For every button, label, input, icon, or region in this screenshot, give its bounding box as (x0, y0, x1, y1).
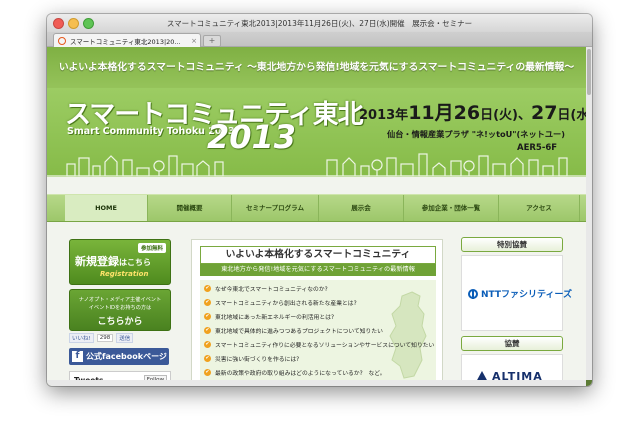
event-venue: 仙台・情報産業プラザ "ネ!ッtoU"(ネットユー) (387, 129, 565, 139)
feature-item: ✔ 東北地域で具体的に進みつつあるプロジェクトについて知りたい (204, 326, 383, 335)
feature-item: ✔ 最新の政策や政府の取り組みはどのようになっているか? など。 (204, 368, 386, 377)
special-sponsor-heading: 特別協賛 (461, 237, 563, 252)
feature-panel: いよいよ本格化するスマートコミュニティ 東北地方から発信!地域を元気にするスマー… (191, 239, 443, 386)
event-id-login-button[interactable]: ナノオプト・メディア主催イベント イベントIDをお持ちの方は こちらから (69, 289, 171, 331)
check-icon: ✔ (204, 313, 211, 320)
feature-item: ✔ なぜ今東北でスマートコミュニティなのか? (204, 284, 328, 293)
feature-item: ✔ スマートコミュニティから創出される新たな産業とは? (204, 298, 357, 307)
browser-window: スマートコミュニティ東北2013|2013年11月26日(火)、27日(水)開催… (47, 14, 592, 386)
feature-item-text: 東北地域にあった新エネルギーの利活用とは? (215, 315, 335, 321)
nav-seminar-program[interactable]: セミナープログラム (232, 195, 319, 221)
right-sidebar: 特別協賛 NTTファシリティーズ 協賛 ALTIMA (455, 233, 575, 386)
hero-banner: スマートコミュニティ東北 Smart Community Tohoku 2013… (47, 88, 592, 177)
event-date-day2: 27 (530, 102, 558, 124)
nav-home[interactable]: HOME (65, 195, 148, 221)
main-navigation: HOME 開催概要 セミナープログラム 展示会 参加企業・団体一覧 アクセス (47, 194, 586, 222)
content-area: 参加無料 新規登録はこちら Registration ナノオプト・メディア主催イ… (63, 233, 585, 386)
check-icon: ✔ (204, 355, 211, 362)
tab-bar: スマートコミュニティ東北2013|20... × + (47, 32, 592, 47)
facebook-icon: f (72, 351, 83, 362)
feature-item-text: 最新の政策や政府の取り組みはどのようになっているか? など。 (215, 371, 386, 377)
ntt-facilities-name: NTTファシリティーズ (481, 290, 573, 300)
promo-line-2: イベントIDをお持ちの方は (88, 305, 152, 311)
ntt-logo-icon (468, 288, 478, 299)
tab-close-icon[interactable]: × (191, 37, 197, 45)
check-icon: ✔ (204, 341, 211, 348)
feature-item: ✔ スマートコミュニティ作りに必要となるソリューションやサービスについて知りたい (204, 340, 434, 349)
feature-item-text: なぜ今東北でスマートコミュニティなのか? (215, 287, 328, 293)
promo-line-1: ナノオプト・メディア主催イベント (78, 297, 162, 303)
event-date-day1: 11月26 (408, 102, 481, 124)
title-bar: スマートコミュニティ東北2013|2013年11月26日(火)、27日(水)開催… (47, 14, 592, 32)
feature-item: ✔ 東北地域にあった新エネルギーの利活用とは? (204, 312, 334, 321)
event-date: 2013年11月26日(火)、27日(水) (359, 98, 592, 125)
tohoku-map-illustration (389, 291, 427, 379)
horizontal-scrollbar[interactable] (47, 380, 586, 386)
sponsor-heading: 協賛 (461, 336, 563, 351)
check-icon: ✔ (204, 299, 211, 306)
register-label-main: 新規登録 (75, 255, 119, 268)
promo-line-3: こちらから (97, 317, 143, 327)
nav-participants[interactable]: 参加企業・団体一覧 (404, 195, 499, 221)
event-date-day1-suffix: 日(火)、 (480, 108, 531, 123)
special-sponsor-banner[interactable]: NTTファシリティーズ (461, 255, 572, 331)
ntt-facilities-logo: NTTファシリティーズ (468, 287, 572, 300)
tagline-banner: いよいよ本格化するスマートコミュニティ ～東北地方から発信!地域を元気にするスマ… (47, 47, 586, 88)
nav-exhibition[interactable]: 展示会 (319, 195, 404, 221)
check-icon: ✔ (204, 327, 211, 334)
register-label-small: はこちら (119, 258, 151, 267)
event-room: AER5-6F (517, 143, 558, 153)
feature-list: ✔ なぜ今東北でスマートコミュニティなのか? ✔ スマートコミュニティから創出される… (200, 280, 436, 386)
social-buttons: いいね! 298 送信 (69, 333, 169, 343)
tab-label: スマートコミュニティ東北2013|20... (70, 37, 181, 46)
register-label: 新規登録はこちら (75, 253, 151, 269)
feature-item-text: スマートコミュニティから創出される新たな産業とは? (215, 301, 357, 307)
register-sublabel: Registration (100, 270, 149, 278)
facebook-page-label: 公式facebookページ (86, 352, 167, 361)
header: いよいよ本格化するスマートコミュニティ ～東北地方から発信!地域を元気にするスマ… (47, 47, 592, 177)
page-viewport: いよいよ本格化するスマートコミュニティ ～東北地方から発信!地域を元気にするスマ… (47, 47, 592, 386)
facebook-page-button[interactable]: f 公式facebookページ (69, 348, 169, 365)
event-date-year: 2013年 (359, 108, 409, 123)
free-badge: 参加無料 (137, 243, 166, 253)
new-tab-button[interactable]: + (203, 35, 221, 47)
nav-access[interactable]: アクセス (499, 195, 580, 221)
favicon-icon (58, 36, 66, 45)
feature-title: いよいよ本格化するスマートコミュニティ (200, 246, 436, 264)
register-button[interactable]: 参加無料 新規登録はこちら Registration (69, 239, 171, 285)
feature-item: ✔ 災害に強い街づくりを作るには? (204, 354, 299, 363)
feature-subtitle: 東北地方から発信!地域を元気にするスマートコミュニティの最新情報 (200, 264, 436, 276)
facebook-send-button[interactable]: 送信 (116, 333, 134, 343)
web-page: いよいよ本格化するスマートコミュニティ ～東北地方から発信!地域を元気にするスマ… (47, 47, 592, 386)
window-title: スマートコミュニティ東北2013|2013年11月26日(火)、27日(水)開催… (166, 19, 473, 28)
facebook-like-button[interactable]: いいね! (69, 333, 94, 343)
browser-tab[interactable]: スマートコミュニティ東北2013|20... × (53, 33, 201, 47)
feature-item-text: 東北地域で具体的に進みつつあるプロジェクトについて知りたい (215, 329, 383, 335)
check-icon: ✔ (204, 285, 211, 292)
town-skyline-illustration (47, 153, 586, 177)
feature-item-text: スマートコミュニティ作りに必要となるソリューションやサービスについて知りたい (215, 343, 435, 349)
feature-item-text: 災害に強い街づくりを作るには? (215, 357, 300, 363)
like-count: 298 (96, 334, 114, 342)
check-icon: ✔ (204, 369, 211, 376)
left-sidebar: 参加無料 新規登録はこちら Registration ナノオプト・メディア主催イ… (63, 233, 173, 386)
vertical-scrollbar[interactable] (586, 47, 592, 380)
scroll-thumb[interactable] (587, 49, 591, 95)
nav-overview[interactable]: 開催概要 (148, 195, 232, 221)
